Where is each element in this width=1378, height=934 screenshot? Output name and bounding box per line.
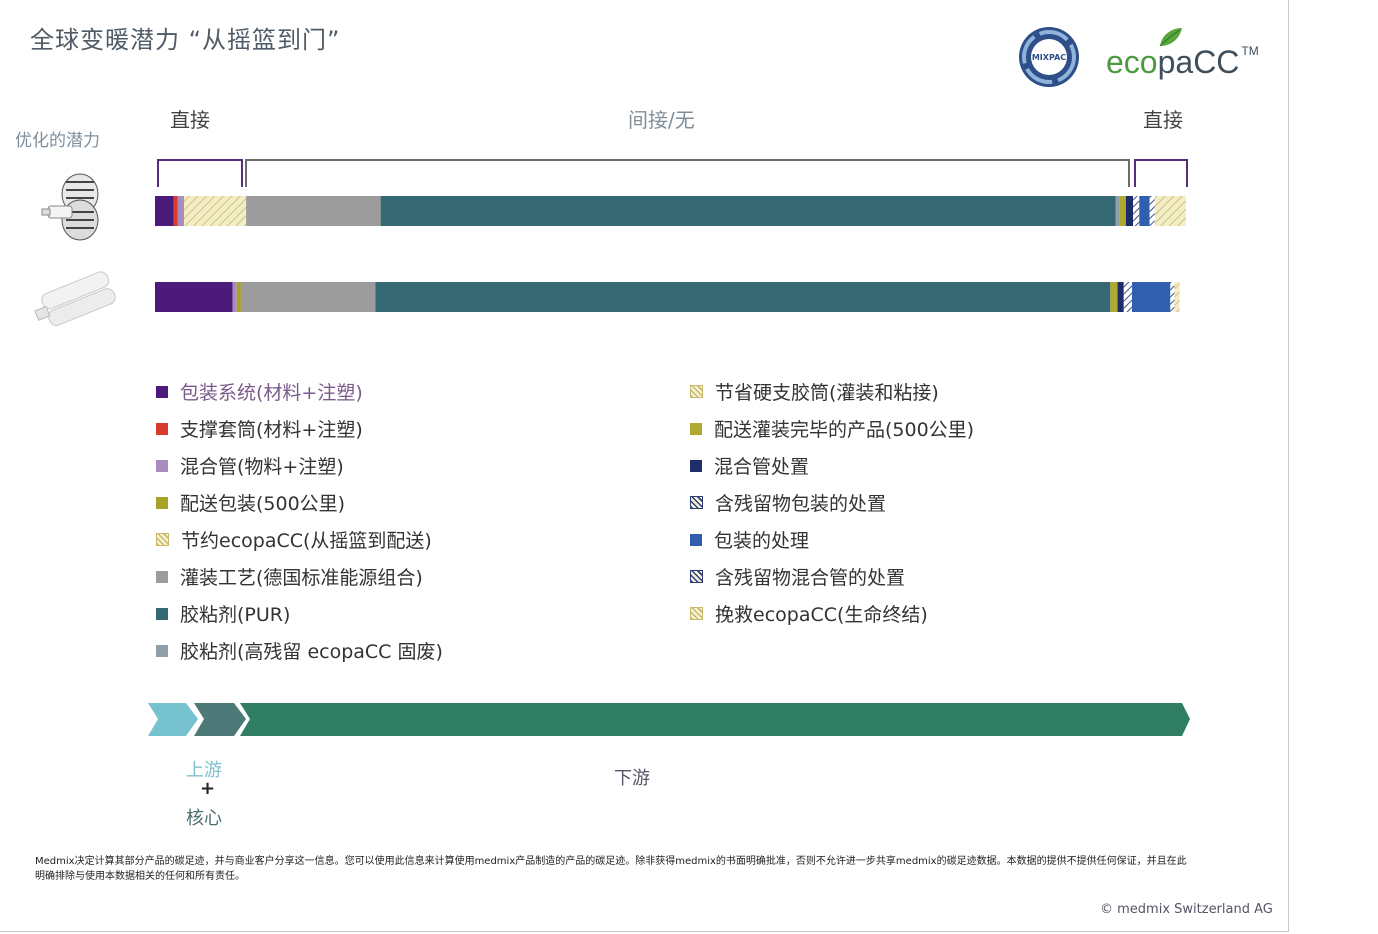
legend-item: 节省硬支胶筒(灌装和粘接)	[690, 378, 939, 405]
arrow-downstream-segment	[240, 703, 1190, 736]
bar-segment-0-7	[1115, 196, 1120, 226]
legend-label: 灌装工艺(德国标准能源组合)	[180, 567, 423, 589]
bar-segment-0-4	[183, 196, 247, 226]
bar-segment-1-8	[1110, 282, 1118, 312]
legend-item: 混合管(物料+注塑)	[156, 452, 344, 479]
legend-item: 胶粘剂(PUR)	[156, 600, 290, 627]
bar-segment-1-12	[1170, 282, 1175, 312]
legend-item: 混合管处置	[690, 452, 809, 479]
header-direct-right: 直接	[1143, 108, 1183, 132]
legend-item: 包装的处理	[690, 526, 809, 553]
legend-item: 含残留物混合管的处置	[690, 563, 905, 590]
legend-label: 含残留物包装的处置	[715, 493, 887, 515]
legend-swatch	[156, 607, 168, 620]
legend-item: 胶粘剂(高残留 ecopaCC 固废)	[156, 637, 443, 664]
bar-segment-0-8	[1119, 196, 1126, 226]
legend-label: 胶粘剂(高残留 ecopaCC 固废)	[180, 641, 443, 663]
legend-label: 混合管(物料+注塑)	[180, 456, 344, 478]
bar-segment-0-12	[1149, 196, 1155, 226]
legend-swatch	[690, 422, 702, 435]
legend-label: 含残留物混合管的处置	[715, 567, 906, 589]
optimization-label: 优化的潜力	[15, 131, 100, 151]
logo-eco-text: eco	[1106, 44, 1158, 80]
legend-item: 支撑套筒(材料+注塑)	[156, 415, 363, 442]
legend-label: 配送灌装完毕的产品(500公里)	[714, 419, 975, 441]
bar-segment-0-5	[246, 196, 381, 226]
legend-swatch	[156, 644, 168, 657]
legend-swatch	[156, 422, 168, 435]
header-direct-left: 直接	[170, 108, 210, 132]
legend-item: 包装系统(材料+注塑)	[156, 378, 363, 405]
bar-segment-0-1	[173, 196, 178, 226]
legend-swatch	[156, 385, 168, 398]
legend-label: 挽救ecopaCC(生命终结)	[715, 604, 928, 626]
legend-item: 配送包装(500公里)	[156, 489, 345, 516]
bar-segment-0-6	[380, 196, 1116, 226]
bar-segment-0-10	[1133, 196, 1140, 226]
legend-swatch	[690, 496, 703, 509]
bar-segment-0-3	[182, 196, 184, 226]
legend-swatch	[690, 607, 703, 620]
arrow-core-segment	[194, 703, 246, 736]
legend-swatch	[690, 570, 703, 583]
bar-segment-1-11	[1132, 282, 1171, 312]
legend-swatch	[690, 533, 702, 546]
legend-label: 节约ecopaCC(从摇篮到配送)	[181, 530, 432, 552]
bar-segment-0-11	[1139, 196, 1150, 226]
disclaimer-text: Medmix决定计算其部分产品的碳足迹，并与商业客户分享这一信息。您可以使用此信…	[35, 856, 1187, 882]
bar-segment-0-2	[177, 196, 183, 226]
logo-pacc-text: paCC	[1157, 44, 1240, 80]
legend-label: 胶粘剂(PUR)	[180, 604, 291, 626]
bar-segment-1-3	[236, 282, 241, 312]
bar-segment-1-14	[1174, 282, 1180, 312]
legend-label: 混合管处置	[714, 456, 810, 478]
header-indirect: 间接/无	[628, 108, 695, 132]
bar-segment-0-13	[1154, 196, 1186, 226]
legend-swatch	[156, 496, 168, 509]
page-title: 全球变暖潜力 “从摇篮到门”	[30, 26, 341, 54]
legend-item: 挽救ecopaCC(生命终结)	[690, 600, 928, 627]
bar-segment-1-5	[240, 282, 376, 312]
seal-text: MIXPAC	[1032, 53, 1066, 62]
rigid-cartridge-image	[34, 271, 116, 326]
bar-segment-1-9	[1117, 282, 1124, 312]
legend-swatch	[690, 385, 703, 398]
gwp-stacked-bar-chart	[155, 159, 1188, 312]
bracket-direct-right	[1134, 159, 1188, 187]
legend-item: 灌装工艺(德国标准能源组合)	[156, 563, 423, 590]
legend-swatch	[156, 570, 168, 583]
bar-segment-1-0	[155, 282, 233, 312]
legend-swatch	[156, 459, 168, 472]
ecopacc-cartridge-image	[41, 173, 99, 241]
bracket-indirect	[245, 159, 1130, 187]
value-chain-arrow	[148, 703, 1190, 736]
legend-label: 配送包装(500公里)	[180, 493, 346, 515]
legend-swatch	[690, 459, 702, 472]
bar-segment-0-9	[1125, 196, 1134, 226]
bracket-direct-left	[157, 159, 243, 187]
ecopacc-logo: ecopaCC TM	[1106, 44, 1259, 81]
legend-label: 包装的处理	[714, 530, 810, 552]
mixpac-seal-logo: MIXPAC	[1019, 27, 1079, 87]
legend-item: 配送灌装完毕的产品(500公里)	[690, 415, 974, 442]
bar-segment-1-2	[232, 282, 237, 312]
arrow-upstream-segment	[148, 703, 198, 736]
bar-segment-1-10	[1123, 282, 1133, 312]
flow-plus-label: +	[200, 778, 216, 799]
flow-core-label: 核心	[186, 808, 222, 829]
legend-item: 含残留物包装的处置	[690, 489, 886, 516]
copyright-text: © medmix Switzerland AG	[1100, 902, 1273, 917]
logo-tm-text: TM	[1241, 44, 1259, 58]
flow-downstream-label: 下游	[614, 768, 650, 789]
bar-segment-1-6	[375, 282, 1111, 312]
legend-label: 支撑套筒(材料+注塑)	[180, 419, 363, 441]
legend-label: 包装系统(材料+注塑)	[180, 382, 363, 404]
legend-swatch	[156, 533, 169, 546]
legend-label: 节省硬支胶筒(灌装和粘接)	[715, 382, 939, 404]
bar-segment-0-0	[155, 196, 174, 226]
legend-item: 节约ecopaCC(从摇篮到配送)	[156, 526, 432, 553]
